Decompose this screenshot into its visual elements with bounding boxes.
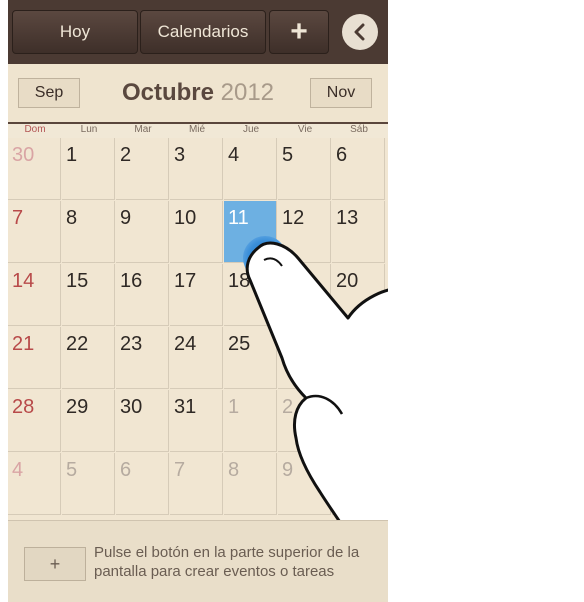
- action-bar: Hoy Calendarios +: [8, 0, 388, 64]
- chevron-left-icon: [354, 23, 365, 41]
- day-cell[interactable]: 7: [8, 201, 61, 263]
- weekday-label: Jue: [242, 124, 260, 135]
- day-cell[interactable]: 28: [8, 390, 61, 452]
- calendar-app: Hoy Calendarios + Sep Octubre 2012 Nov D…: [8, 0, 388, 602]
- day-cell[interactable]: 8: [62, 201, 115, 263]
- day-cell[interactable]: 9: [116, 201, 169, 263]
- calendars-button[interactable]: Calendarios: [140, 10, 266, 54]
- day-cell[interactable]: 29: [62, 390, 115, 452]
- weekday-label: Dom: [24, 124, 46, 135]
- month-name: Octubre: [121, 79, 214, 106]
- day-cell[interactable]: 30: [8, 138, 61, 200]
- prev-month-button[interactable]: Sep: [18, 78, 80, 108]
- weekday-label: Vie: [297, 124, 313, 135]
- back-button[interactable]: [342, 14, 378, 50]
- day-cell[interactable]: 16: [116, 264, 169, 326]
- day-cell[interactable]: 2: [116, 138, 169, 200]
- month-header: Sep Octubre 2012 Nov: [8, 64, 388, 124]
- day-cell[interactable]: 5: [62, 453, 115, 515]
- day-cell[interactable]: 4: [224, 138, 277, 200]
- day-cell[interactable]: 30: [116, 390, 169, 452]
- day-cell[interactable]: 24: [170, 327, 223, 389]
- day-cell[interactable]: 10: [170, 201, 223, 263]
- today-button[interactable]: Hoy: [12, 10, 138, 54]
- month-year: 2012: [220, 79, 275, 106]
- weekday-label: Mié: [188, 124, 206, 135]
- day-cell[interactable]: 6: [116, 453, 169, 515]
- hand-icon: [245, 241, 388, 550]
- day-cell[interactable]: 14: [8, 264, 61, 326]
- day-cell[interactable]: 22: [62, 327, 115, 389]
- next-month-button[interactable]: Nov: [310, 78, 372, 108]
- bottom-panel: + Pulse el botón en la parte superior de…: [8, 520, 388, 602]
- weekday-label: Sáb: [350, 124, 368, 135]
- day-cell[interactable]: 23: [116, 327, 169, 389]
- day-cell[interactable]: 21: [8, 327, 61, 389]
- empty-hint-text: Pulse el botón en la parte superior de l…: [94, 544, 360, 580]
- quick-add-button[interactable]: +: [24, 547, 86, 581]
- day-cell[interactable]: 15: [62, 264, 115, 326]
- day-cell[interactable]: 5: [278, 138, 331, 200]
- day-cell[interactable]: 7: [170, 453, 223, 515]
- weekday-label: Mar: [134, 124, 152, 135]
- day-cell[interactable]: 6: [332, 138, 385, 200]
- day-cell[interactable]: 3: [170, 138, 223, 200]
- weekday-label: Lun: [80, 124, 98, 135]
- day-cell[interactable]: 17: [170, 264, 223, 326]
- day-cell[interactable]: 4: [8, 453, 61, 515]
- weekday-header: Dom Lun Mar Mié Jue Vie Sáb: [8, 124, 388, 138]
- day-cell[interactable]: 1: [62, 138, 115, 200]
- month-title: Octubre 2012: [88, 78, 308, 108]
- day-cell[interactable]: 31: [170, 390, 223, 452]
- add-event-button[interactable]: +: [269, 10, 329, 54]
